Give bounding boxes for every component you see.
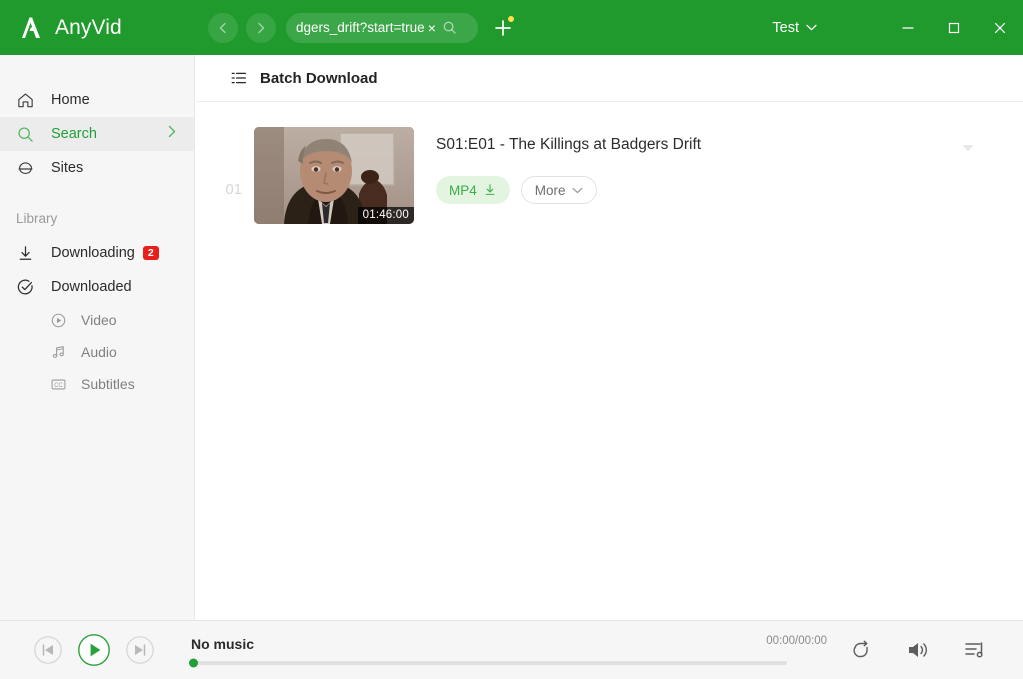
minimize-icon bbox=[902, 26, 914, 29]
skip-previous-icon bbox=[34, 636, 62, 664]
item-details: S01:E01 - The Killings at Badgers Drift … bbox=[414, 127, 1023, 224]
volume-button[interactable] bbox=[906, 639, 930, 661]
expand-item-caret[interactable] bbox=[961, 140, 975, 158]
minimize-button[interactable] bbox=[885, 0, 931, 55]
titlebar-right: Test bbox=[772, 0, 1023, 55]
chevron-right-icon bbox=[258, 22, 265, 33]
more-options-label: More bbox=[534, 182, 566, 198]
caret-down-icon bbox=[962, 145, 974, 152]
sidebar-item-label: Video bbox=[81, 312, 117, 328]
sidebar-item-search[interactable]: Search bbox=[0, 117, 194, 151]
sidebar-item-downloaded[interactable]: Downloaded bbox=[0, 270, 194, 304]
url-bar[interactable]: dgers_drift?start=true × bbox=[286, 12, 478, 43]
sidebar-item-home[interactable]: Home bbox=[0, 83, 194, 117]
back-button[interactable] bbox=[208, 12, 238, 43]
new-tab-notification-dot bbox=[508, 15, 514, 22]
cc-icon: CC bbox=[50, 376, 70, 393]
search-icon[interactable] bbox=[442, 20, 457, 35]
search-icon bbox=[16, 125, 38, 144]
now-playing: No music bbox=[189, 635, 849, 667]
sidebar-item-label: Search bbox=[51, 126, 97, 142]
player-bar: No music 00:00/00:00 bbox=[0, 620, 1023, 679]
clear-url-icon[interactable]: × bbox=[428, 21, 436, 35]
previous-track-button[interactable] bbox=[33, 635, 63, 665]
player-right-controls bbox=[849, 638, 987, 662]
download-icon bbox=[16, 244, 38, 263]
item-index: 01 bbox=[225, 181, 242, 198]
item-actions: MP4 More bbox=[436, 176, 1023, 204]
sidebar-item-audio[interactable]: Audio bbox=[0, 336, 194, 368]
play-icon bbox=[78, 634, 110, 666]
browser-nav bbox=[208, 12, 276, 43]
new-tab-button[interactable] bbox=[490, 15, 516, 41]
sidebar-item-video[interactable]: Video bbox=[0, 304, 194, 336]
download-mp4-button[interactable]: MP4 bbox=[436, 176, 510, 204]
window-controls bbox=[885, 0, 1023, 55]
repeat-icon bbox=[853, 640, 868, 658]
brand: AnyVid bbox=[16, 13, 196, 43]
sites-icon bbox=[16, 159, 38, 178]
sidebar-item-sites[interactable]: Sites bbox=[0, 151, 194, 185]
sidebar-item-subtitles[interactable]: CC Subtitles bbox=[0, 368, 194, 400]
brand-name: AnyVid bbox=[55, 15, 122, 39]
home-icon bbox=[16, 91, 38, 110]
sidebar-item-label: Downloaded bbox=[51, 279, 132, 295]
maximize-button[interactable] bbox=[931, 0, 977, 55]
sidebar-item-label: Downloading bbox=[51, 245, 135, 261]
chevron-down-icon bbox=[806, 24, 817, 31]
sidebar-item-downloading[interactable]: Downloading 2 bbox=[0, 236, 194, 270]
next-track-button[interactable] bbox=[125, 635, 155, 665]
play-button[interactable] bbox=[77, 633, 111, 667]
chevron-right-icon bbox=[167, 125, 177, 143]
list-icon bbox=[230, 69, 248, 87]
batch-download-header: Batch Download bbox=[196, 55, 1023, 102]
video-duration: 01:46:00 bbox=[357, 207, 414, 224]
video-thumbnail[interactable]: 01:46:00 bbox=[254, 127, 414, 224]
repeat-button[interactable] bbox=[849, 638, 873, 662]
skip-next-icon bbox=[126, 636, 154, 664]
forward-button[interactable] bbox=[246, 12, 276, 43]
check-circle-icon bbox=[16, 278, 38, 297]
chevron-down-icon bbox=[571, 187, 583, 193]
close-button[interactable] bbox=[977, 0, 1023, 55]
more-options-button[interactable]: More bbox=[520, 176, 597, 204]
title-bar: AnyVid dgers_drift?start=true × Test bbox=[0, 0, 1023, 55]
account-label: Test bbox=[772, 19, 799, 36]
playlist-button[interactable] bbox=[963, 638, 987, 662]
sidebar: Home Search Sites Library Downloading 2 … bbox=[0, 55, 195, 620]
volume-icon bbox=[909, 643, 928, 657]
sidebar-item-label: Home bbox=[51, 92, 90, 108]
app-window: AnyVid dgers_drift?start=true × Test Hom… bbox=[0, 0, 1023, 679]
maximize-icon bbox=[948, 22, 960, 33]
account-menu[interactable]: Test bbox=[772, 20, 817, 36]
download-mp4-label: MP4 bbox=[449, 182, 477, 198]
track-title: No music bbox=[191, 635, 255, 652]
time-display: 00:00/00:00 bbox=[766, 635, 827, 647]
svg-text:CC: CC bbox=[54, 383, 63, 389]
close-icon bbox=[995, 22, 1005, 33]
playback-controls bbox=[33, 633, 155, 667]
sidebar-item-label: Sites bbox=[51, 160, 84, 176]
video-title: S01:E01 - The Killings at Badgers Drift bbox=[436, 136, 702, 153]
playlist-icon bbox=[965, 642, 983, 658]
downloading-count-badge: 2 bbox=[142, 245, 159, 261]
sidebar-item-label: Subtitles bbox=[81, 376, 135, 392]
url-input[interactable]: dgers_drift?start=true bbox=[296, 20, 425, 35]
page-title: Batch Download bbox=[260, 69, 378, 87]
anyvid-logo-icon bbox=[16, 13, 46, 43]
seek-bar[interactable] bbox=[189, 658, 787, 667]
sidebar-item-label: Audio bbox=[81, 344, 117, 360]
chevron-left-icon bbox=[219, 22, 226, 33]
music-note-icon bbox=[50, 344, 70, 361]
sidebar-section-library: Library bbox=[16, 211, 58, 226]
main-content: Batch Download 01 01:46:00 S01:E01 - The… bbox=[196, 55, 1023, 620]
play-circle-icon bbox=[50, 312, 70, 329]
seek-handle[interactable] bbox=[189, 658, 198, 667]
download-icon bbox=[485, 184, 495, 195]
download-list-item: 01 01:46:00 S01:E01 - The Killings at Ba… bbox=[196, 102, 1023, 224]
